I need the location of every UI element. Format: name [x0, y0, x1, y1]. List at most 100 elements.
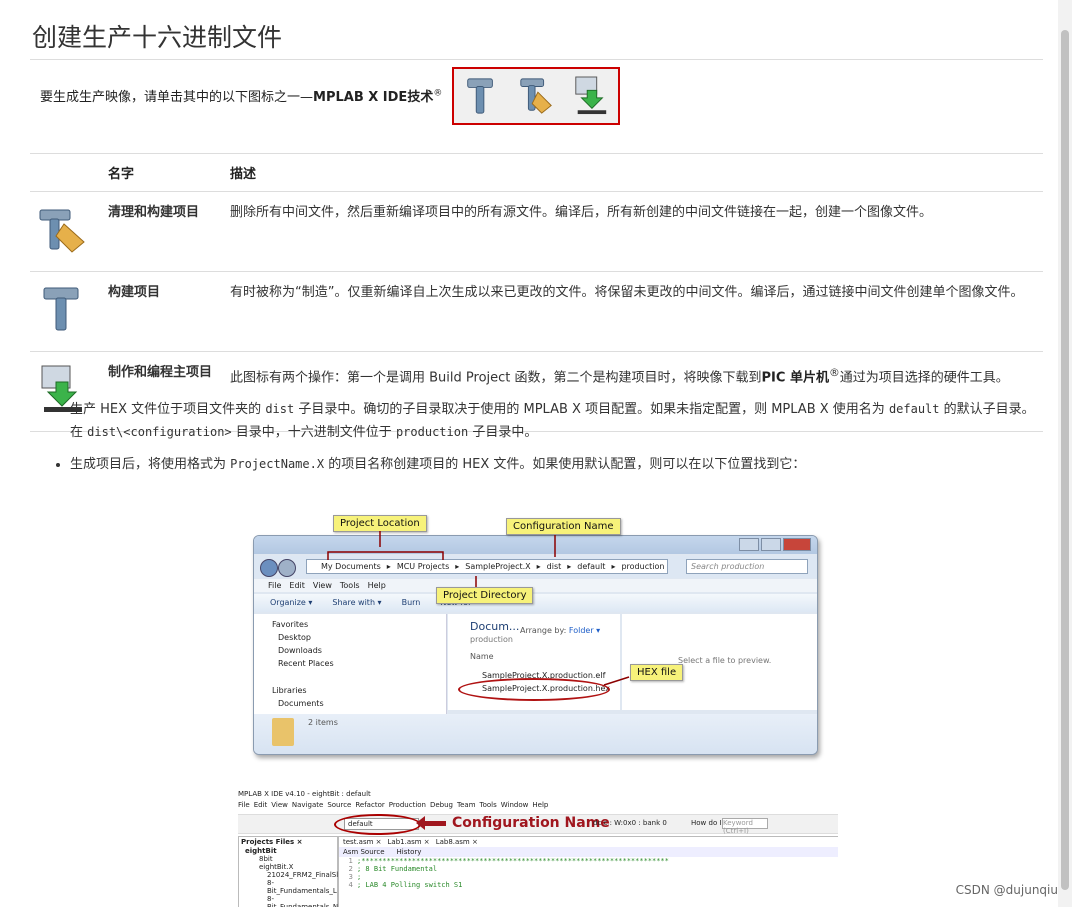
table-row: 清理和构建项目 删除所有中间文件，然后重新编译项目中的所有源文件。编译后，所有新… — [30, 191, 1043, 272]
menu-item: Tools — [479, 801, 497, 809]
make-program-icon[interactable] — [572, 75, 610, 117]
col-name: 名字 — [102, 153, 224, 192]
how-do-i: How do I? — [691, 819, 726, 827]
code-area: 1 2 3 4 ;*******************************… — [339, 857, 838, 889]
row-desc-bold: PIC 单片机 — [761, 370, 829, 386]
title-divider — [30, 59, 1043, 60]
projects-panel: Projects Files × eightBit 8bit eightBit.… — [238, 836, 345, 907]
nav-item: Recent Places — [278, 659, 334, 668]
note-text: 生产 HEX 文件位于项目文件夹的 — [70, 402, 262, 417]
intro-bold: MPLAB X IDE技术 — [313, 90, 434, 105]
line-number: 4 — [348, 881, 353, 889]
back-icon — [260, 559, 278, 577]
nav-item: Desktop — [278, 633, 311, 642]
forward-icon — [278, 559, 296, 577]
close-icon — [783, 538, 811, 551]
hammer-build-icon[interactable] — [462, 75, 500, 117]
hammer-build-icon — [43, 287, 79, 331]
menu-item: Edit — [289, 581, 305, 590]
callout-project-directory: Project Directory — [436, 587, 534, 604]
icon-table: 名字 描述 清理和构建项目 删除所有中间文件，然后重新编译项目中的所有源文件。编… — [30, 153, 1043, 432]
item-count: 2 items — [308, 718, 338, 727]
preview-text: Select a file to preview. — [678, 656, 772, 665]
menu-item: Tools — [339, 581, 360, 590]
path-segment: MCU Projects — [396, 562, 450, 571]
arrange-label: Arrange by: — [520, 626, 567, 635]
editor-tab: test.asm × — [343, 838, 382, 846]
row-desc-b: 通过为项目选择的硬件工具。 — [839, 370, 1009, 386]
tree-item: 8-Bit_Fundamentals_N — [267, 895, 339, 907]
row-name: 构建项目 — [102, 271, 224, 352]
tree-item: 8bit — [259, 855, 273, 863]
tree-item: eightBit — [245, 847, 277, 855]
ide-toolbar: default Configuration Name dc c : W:0x0 … — [238, 814, 838, 835]
nav-pane: Favorites Desktop Downloads Recent Place… — [254, 614, 447, 714]
note-text: 子目录中。确切的子目录取决于使用的 MPLAB X 项目配置。如果未指定配置，则… — [298, 402, 885, 417]
folder-icon — [272, 718, 294, 746]
scrollbar-thumb[interactable] — [1061, 30, 1069, 890]
editor-subtab: History — [396, 848, 422, 856]
editor-subtab: Asm Source — [343, 848, 385, 856]
editor-tabs: test.asm × Lab1.asm × Lab8.asm × — [339, 837, 838, 847]
note-code: ProjectName.X — [230, 457, 325, 471]
path-segment: dist — [546, 562, 562, 571]
nav-item: Downloads — [278, 646, 322, 655]
menu-item: Window — [500, 801, 529, 809]
path-segment: SampleProject.X — [465, 562, 531, 571]
code-line: ; LAB 4 Polling switch S1 — [357, 881, 463, 889]
clean-build-icon — [39, 209, 85, 253]
explorer-toolbar: Organize ▾ Share with ▾ Burn New fol — [254, 594, 817, 612]
intro-text: 要生成生产映像，请单击其中的以下图标之一—MPLAB X IDE技术® — [40, 88, 443, 105]
page-title: 创建生产十六进制文件 — [32, 23, 283, 52]
note-code: dist — [265, 402, 295, 416]
arrange-value: Folder ▾ — [568, 626, 601, 635]
config-highlight — [334, 814, 421, 835]
toolbar-item: Organize ▾ — [270, 598, 313, 607]
note-code: dist\<configuration> — [87, 425, 232, 439]
watermark: CSDN @dujunqiu — [955, 883, 1058, 897]
callout-project-location: Project Location — [333, 515, 427, 532]
menu-item: Production — [388, 801, 426, 809]
row-desc-sup: ® — [828, 366, 840, 379]
tree-item: 21024_FRM2_FinalSlid — [267, 871, 345, 879]
row-icon-cell — [30, 191, 102, 272]
nav-item: Libraries — [272, 686, 307, 695]
menu-item: Source — [327, 801, 352, 809]
toolbar-item: Share with ▾ — [332, 598, 382, 607]
code-lines: ;***************************************… — [357, 857, 669, 889]
line-number: 2 — [348, 865, 353, 873]
col-icon — [30, 153, 102, 192]
nav-item: Favorites — [272, 620, 309, 629]
note-code: production — [395, 425, 469, 439]
col-desc: 描述 — [224, 153, 1043, 192]
menu-item: Navigate — [291, 801, 324, 809]
preview-pane: Select a file to preview. — [622, 614, 817, 710]
callout-hex-file: HEX file — [630, 664, 684, 681]
page-scrollbar[interactable] — [1058, 0, 1072, 907]
address-bar: My Documents ▸ MCU Projects ▸ SampleProjec… — [306, 559, 668, 574]
list-item: 生产 HEX 文件位于项目文件夹的 dist 子目录中。确切的子目录取决于使用的… — [70, 398, 1040, 444]
path-segment: default — [577, 562, 606, 571]
tree-item: 8-Bit_Fundamentals_L — [267, 879, 337, 895]
note-text: 的项目名称创建项目的 HEX 文件。如果使用默认配置，则可以在以下位置找到它： — [328, 457, 806, 472]
panel-tab: Files × — [275, 838, 303, 846]
notes-list: 生产 HEX 文件位于项目文件夹的 dist 子目录中。确切的子目录取决于使用的… — [30, 398, 1040, 485]
row-name: 清理和构建项目 — [102, 191, 224, 272]
window-titlebar — [254, 536, 817, 554]
nav-item: Documents — [278, 699, 324, 708]
note-text: 生成项目后，将使用格式为 — [70, 457, 227, 472]
table-header: 名字 描述 — [30, 153, 1043, 192]
explorer-menu: File Edit View Tools Help — [254, 579, 817, 592]
menu-item: Help — [367, 581, 386, 590]
explorer-screenshot: My Documents ▸ MCU Projects ▸ SampleProjec… — [253, 535, 818, 755]
toolbar-item: Burn — [401, 598, 421, 607]
clean-build-icon[interactable] — [517, 75, 555, 117]
note-text: 目录中，十六进制文件位于 — [235, 425, 392, 440]
callout-configuration-name: Configuration Name — [506, 518, 621, 535]
code-line: ;***************************************… — [357, 857, 669, 865]
editor-tab: Lab8.asm × — [435, 838, 478, 846]
path-segment: My Documents — [321, 562, 381, 571]
ide-menu: File Edit View Navigate Source Refactor … — [238, 800, 838, 811]
hex-file-highlight — [458, 678, 610, 701]
editor-subtabs: Asm Source History — [339, 847, 838, 857]
